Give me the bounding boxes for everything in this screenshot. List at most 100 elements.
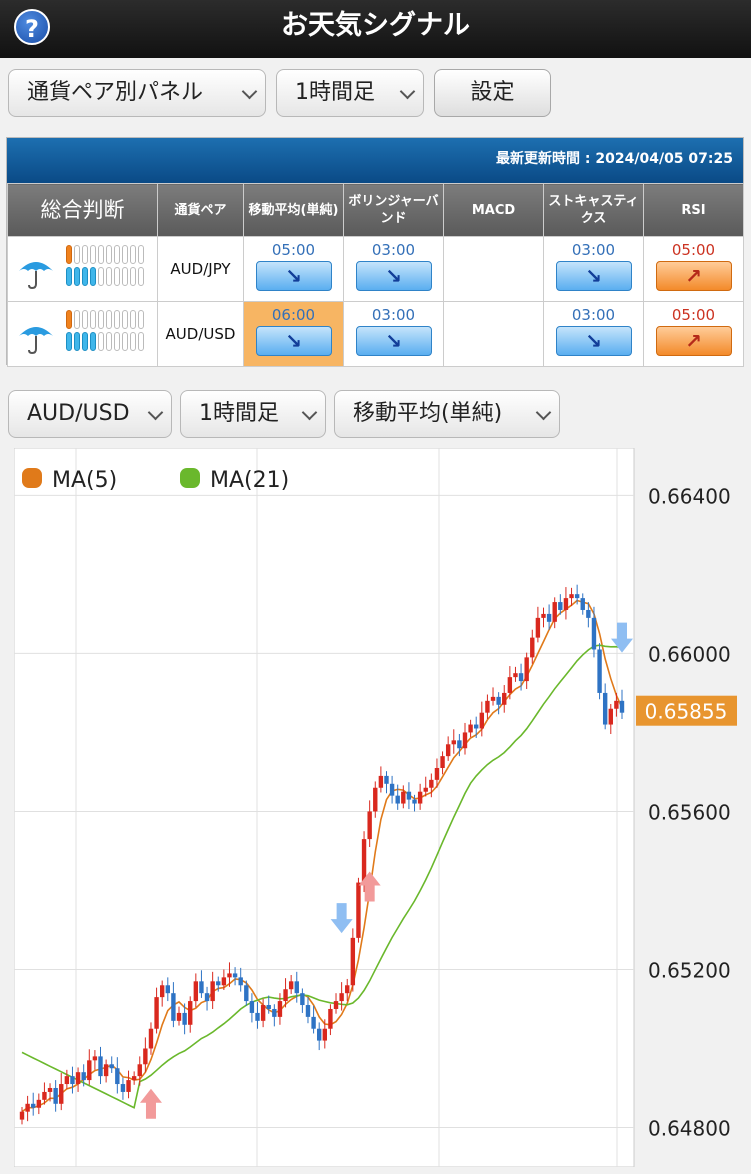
trend-down-icon[interactable]: ↘ (255, 261, 332, 291)
col-rsi: RSI (643, 183, 744, 237)
signal-time: 03:00 (571, 306, 616, 324)
settings-button[interactable]: 設定 (434, 69, 551, 117)
candle (395, 795, 400, 804)
trend-up-icon[interactable]: ↗ (655, 326, 732, 356)
signal-time: 05:00 (671, 241, 716, 259)
candle (36, 1099, 42, 1108)
page-title: お天気シグナル (281, 10, 470, 41)
macd-cell (443, 236, 544, 302)
candle (87, 1060, 92, 1081)
candle (193, 981, 199, 1002)
chevron-down-icon (147, 404, 164, 421)
candle (356, 882, 361, 938)
candle (199, 981, 204, 994)
candle (608, 708, 613, 725)
candle (53, 1087, 58, 1104)
signal-time: 05:00 (271, 241, 316, 259)
ma21-legend-label: MA(21) (210, 468, 289, 493)
candle (126, 1080, 131, 1092)
candle (535, 617, 541, 638)
y-tick-label: 0.66400 (648, 484, 731, 508)
candle (558, 602, 563, 610)
candle (103, 1064, 109, 1077)
trend-down-icon[interactable]: ↘ (555, 326, 632, 356)
candle (277, 1001, 283, 1017)
candle (350, 937, 356, 986)
trend-down-icon[interactable]: ↘ (355, 326, 432, 356)
candle (159, 985, 165, 998)
panel-header: 最新更新時間 : 2024/04/05 07:25 (7, 138, 743, 183)
trend-down-icon[interactable]: ↘ (255, 326, 332, 356)
candle (232, 973, 238, 978)
candle (25, 1103, 30, 1112)
panel-select[interactable]: 通貨ペア別パネル (8, 69, 266, 117)
candle (440, 756, 445, 768)
rsi-cell: 05:00 ↗ (643, 301, 744, 367)
candle (311, 1016, 316, 1029)
signal-time: 03:00 (371, 306, 416, 324)
candle (244, 985, 249, 1002)
chart-pair-select[interactable]: AUD/USD (8, 390, 172, 438)
candle (345, 985, 350, 994)
candle (109, 1064, 114, 1069)
chart-timeframe-select[interactable]: 1時間足 (180, 390, 326, 438)
last-updated: 最新更新時間 : 2024/04/05 07:25 (496, 151, 733, 167)
timeframe-select[interactable]: 1時間足 (276, 69, 424, 117)
chart-indicator-value: 移動平均(単純) (353, 401, 503, 426)
candle (75, 1072, 81, 1085)
candle (115, 1068, 120, 1085)
candle (92, 1056, 98, 1061)
candle (574, 594, 580, 599)
candle (143, 1048, 148, 1065)
candle (300, 993, 305, 1006)
candle (457, 740, 462, 749)
pair-cell: AUD/USD (157, 301, 244, 367)
ma5-legend-label: MA(5) (52, 468, 117, 493)
candle (288, 981, 294, 990)
candle (316, 1028, 322, 1041)
candle (42, 1091, 47, 1100)
candle (148, 1028, 154, 1049)
candle (204, 993, 210, 1002)
trend-down-icon[interactable]: ↘ (555, 261, 632, 291)
chevron-down-icon (241, 83, 258, 100)
trend-down-icon[interactable]: ↘ (355, 261, 432, 291)
candle (530, 637, 535, 658)
candle (176, 1012, 182, 1021)
ma-cell: 06:00 ↘ (243, 301, 344, 367)
candle (249, 1001, 255, 1013)
candle (412, 799, 417, 804)
timeframe-select-value: 1時間足 (295, 80, 375, 105)
candle (614, 700, 619, 709)
candle (120, 1084, 126, 1092)
signal-time: 03:00 (371, 241, 416, 259)
col-stochastics: ストキャスティクス (543, 183, 644, 237)
candle (591, 617, 597, 650)
candle (31, 1103, 36, 1108)
candle (165, 985, 170, 994)
candle (305, 1005, 311, 1017)
chart-pair-value: AUD/USD (27, 401, 130, 426)
candle (361, 839, 367, 883)
table-row[interactable]: AUD/JPY 05:00 ↘ 03:00 ↘ 03:00 ↘ 05:00 ↗ (7, 236, 744, 302)
trend-up-icon[interactable]: ↗ (655, 261, 732, 291)
candle (518, 673, 524, 682)
price-chart[interactable]: 0.64800 0.65200 0.65600 0.66000 0.66400 0.658… (14, 448, 737, 1167)
candle (619, 700, 625, 713)
table-row[interactable]: AUD/USD 06:00 ↘ 03:00 ↘ 03:00 ↘ 05:00 ↗ (7, 301, 744, 367)
candle (513, 673, 518, 678)
candle (569, 594, 574, 599)
signal-time: 06:00 (271, 306, 316, 324)
candle (171, 993, 176, 1021)
candle (417, 791, 423, 804)
signal-time: 03:00 (571, 241, 616, 259)
col-pair: 通貨ペア (157, 183, 244, 237)
candle (137, 1064, 142, 1077)
chart-indicator-select[interactable]: 移動平均(単純) (334, 390, 560, 438)
candle (423, 787, 428, 792)
candle (238, 977, 243, 986)
y-tick-label: 0.64800 (648, 1116, 731, 1140)
bollinger-cell: 03:00 ↘ (343, 301, 444, 367)
bollinger-cell: 03:00 ↘ (343, 236, 444, 302)
signal-table: 総合判断 通貨ペア 移動平均(単純) ボリンジャーバンド MACD ストキャステ… (7, 183, 744, 367)
